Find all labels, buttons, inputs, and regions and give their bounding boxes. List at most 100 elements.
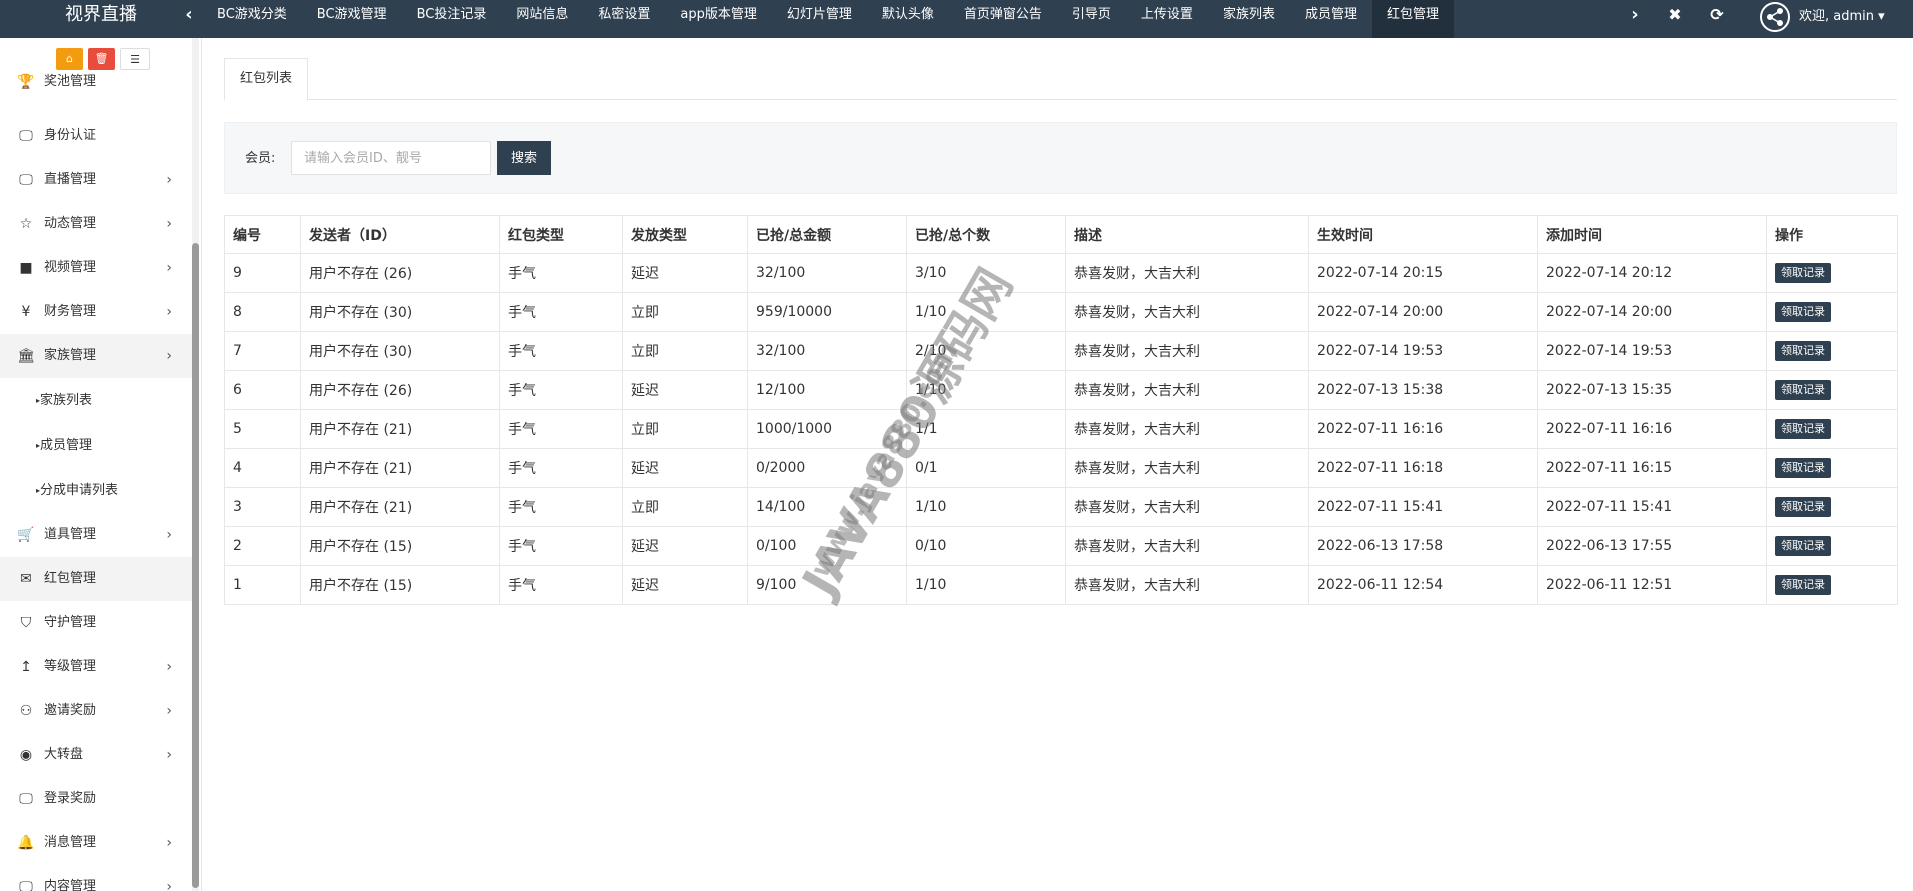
table-cell: 领取记录: [1766, 253, 1898, 293]
sidebar-item[interactable]: ☆ 动态管理 ›: [0, 202, 196, 246]
tab-item[interactable]: app版本管理: [665, 0, 771, 38]
tab-item[interactable]: 幻灯片管理: [772, 0, 867, 38]
sidebar-item[interactable]: 🖵 登录奖励: [0, 777, 196, 821]
table-cell: 恭喜发财，大吉大利: [1065, 448, 1309, 488]
tab-item[interactable]: 首页弹窗公告: [949, 0, 1057, 38]
claim-record-button[interactable]: 领取记录: [1775, 419, 1831, 439]
sidebar-item-label: 视频管理: [44, 260, 97, 275]
sidebar-item[interactable]: ▸ 成员管理: [0, 423, 196, 468]
sidebar-item[interactable]: 🔔 消息管理 ›: [0, 821, 196, 865]
home-icon[interactable]: ⌂: [56, 48, 83, 70]
sidebar-item-label: 财务管理: [44, 304, 97, 319]
shield-icon: ⛉: [20, 615, 32, 631]
caret-right-icon: ▸: [35, 396, 40, 405]
tab-item[interactable]: 家族列表: [1208, 0, 1290, 38]
sidebar-item[interactable]: 🖵 直播管理 ›: [0, 158, 196, 202]
tabs-prev-button[interactable]: ‹: [176, 0, 202, 30]
chevron-right-icon: ›: [166, 260, 172, 276]
sidebar-item-label: 身份认证: [44, 128, 97, 143]
table-cell: 2022-06-13 17:55: [1537, 526, 1767, 566]
video-camera-icon: ■: [19, 260, 33, 276]
sidebar-item[interactable]: 🏛 家族管理 ›: [0, 334, 196, 378]
member-search-input[interactable]: [291, 141, 491, 175]
trash-icon[interactable]: 🗑: [88, 48, 115, 70]
refresh-icon[interactable]: ⟳: [1702, 0, 1732, 30]
tab-item[interactable]: 网站信息: [501, 0, 583, 38]
table-row: 4 用户不存在 (21) 手气 延迟 0/2000 0/1 恭喜发财，大吉大利 2022-07…: [224, 448, 1898, 488]
claim-record-button[interactable]: 领取记录: [1775, 302, 1831, 322]
sidebar-item[interactable]: ▸ 分成申请列表: [0, 468, 196, 513]
table-cell: 领取记录: [1766, 565, 1898, 605]
column-header: 已抢/总个数: [906, 215, 1066, 254]
table-cell: 1000/1000: [747, 409, 907, 449]
table-cell: 立即: [622, 331, 748, 371]
sidebar-item-label: 消息管理: [44, 835, 97, 850]
sidebar-item[interactable]: ▸ 家族列表: [0, 378, 196, 423]
table-cell: 用户不存在 (26): [300, 370, 500, 410]
table-cell: 恭喜发财，大吉大利: [1065, 409, 1309, 449]
search-button[interactable]: 搜索: [497, 141, 551, 175]
claim-record-button[interactable]: 领取记录: [1775, 536, 1831, 556]
list-icon[interactable]: ☰: [120, 48, 150, 70]
sidebar-item-label: 奖池管理: [44, 74, 97, 89]
tab-red-packet-list[interactable]: 红包列表: [224, 58, 309, 101]
sidebar-item[interactable]: ■ 视频管理 ›: [0, 246, 196, 290]
claim-record-button[interactable]: 领取记录: [1775, 341, 1831, 361]
table-cell: 手气: [499, 370, 623, 410]
user-menu[interactable]: 欢迎, admin ▾: [1799, 0, 1885, 30]
claim-record-button[interactable]: 领取记录: [1775, 458, 1831, 478]
tab-item[interactable]: 红包管理: [1371, 0, 1454, 38]
claim-record-button[interactable]: 领取记录: [1775, 380, 1831, 400]
table-cell: 2022-07-11 16:15: [1537, 448, 1767, 488]
sidebar-item[interactable]: ✉ 红包管理: [0, 557, 196, 601]
tab-item[interactable]: BC游戏管理: [302, 0, 402, 38]
tab-item[interactable]: 默认头像: [867, 0, 949, 38]
sidebar-item-label: 家族管理: [44, 348, 97, 363]
tabs-next-button[interactable]: ›: [1622, 0, 1648, 30]
caret-right-icon: ▸: [35, 441, 40, 450]
sidebar-item[interactable]: ⛉ 守护管理: [0, 601, 196, 645]
sidebar-item[interactable]: 🖵 内容管理 ›: [0, 865, 196, 891]
column-header: 编号: [224, 215, 301, 254]
table-cell: 2022-07-11 15:41: [1537, 487, 1767, 527]
table-header-row: 编号 发送者（ID） 红包类型 发放类型 已抢/总金额 已抢/总个数 描述 生效时间 添加时间操…: [224, 215, 1898, 254]
table-cell: 6: [224, 370, 301, 410]
chevron-right-icon: ›: [166, 172, 172, 188]
sidebar-item[interactable]: 🏆 奖池管理: [0, 68, 196, 114]
claim-record-button[interactable]: 领取记录: [1775, 263, 1831, 283]
chevron-right-icon: ›: [166, 879, 172, 891]
content-tab-bar: 红包列表: [224, 58, 1897, 101]
tab-item[interactable]: 引导页: [1057, 0, 1126, 38]
table-cell: 手气: [499, 487, 623, 527]
tab-item[interactable]: BC投注记录: [402, 0, 502, 38]
sidebar-item-label: 大转盘: [44, 747, 84, 762]
sidebar-item[interactable]: ⚇ 邀请奖励 ›: [0, 689, 196, 733]
sidebar-item[interactable]: 🖵 身份认证: [0, 114, 196, 158]
claim-record-button[interactable]: 领取记录: [1775, 497, 1831, 517]
table-cell: 9: [224, 253, 301, 293]
table-cell: 恭喜发财，大吉大利: [1065, 487, 1309, 527]
yen-icon: ¥: [21, 304, 31, 320]
column-header: 操作: [1766, 215, 1898, 254]
table-cell: 延迟: [622, 526, 748, 566]
sidebar-item[interactable]: 🛒 道具管理 ›: [0, 513, 196, 557]
claim-record-button[interactable]: 领取记录: [1775, 575, 1831, 595]
table-cell: 0/2000: [747, 448, 907, 488]
sidebar-item[interactable]: ◉ 大转盘 ›: [0, 733, 196, 777]
close-icon[interactable]: ✖: [1660, 0, 1690, 30]
table-cell: 立即: [622, 487, 748, 527]
table-cell: 领取记录: [1766, 370, 1898, 410]
table-cell: 32/100: [747, 331, 907, 371]
tab-item[interactable]: 私密设置: [583, 0, 665, 38]
table-cell: 用户不存在 (21): [300, 448, 500, 488]
table-cell: 2022-06-13 17:58: [1308, 526, 1538, 566]
table-cell: 领取记录: [1766, 409, 1898, 449]
sidebar-scrollbar-thumb[interactable]: [192, 243, 199, 888]
tab-item[interactable]: 上传设置: [1126, 0, 1208, 38]
avatar[interactable]: [1760, 2, 1790, 32]
tab-item[interactable]: BC游戏分类: [202, 0, 302, 38]
sidebar-item[interactable]: ↥ 等级管理 ›: [0, 645, 196, 689]
member-label: 会员:: [245, 151, 276, 166]
tab-item[interactable]: 成员管理: [1290, 0, 1372, 38]
sidebar-item[interactable]: ¥ 财务管理 ›: [0, 290, 196, 334]
